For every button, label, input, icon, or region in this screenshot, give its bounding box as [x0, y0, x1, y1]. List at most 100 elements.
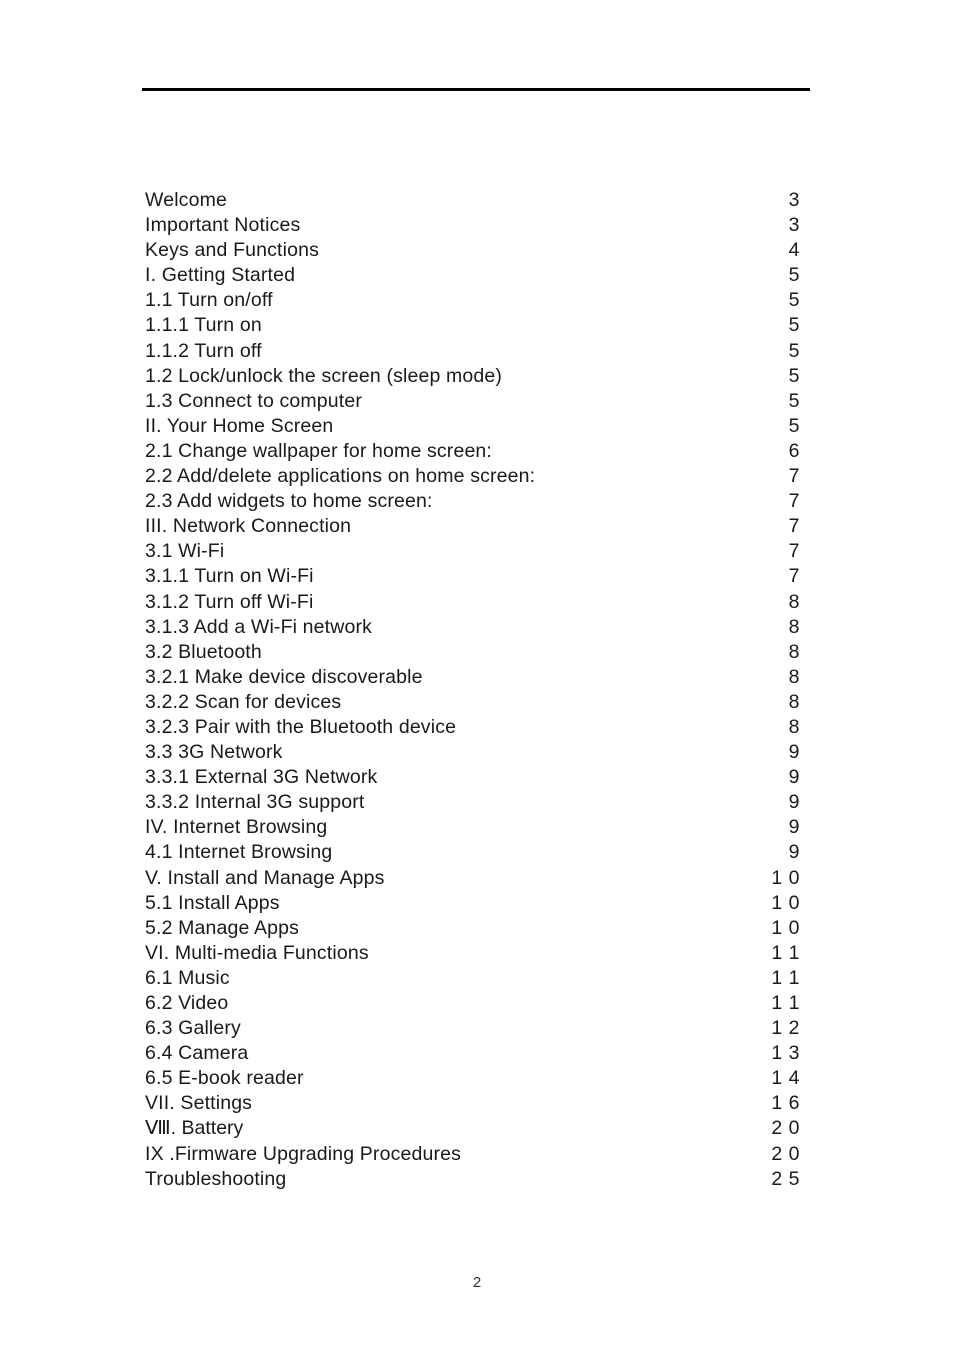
toc-entry-page-number: 8: [788, 615, 800, 638]
toc-entry-page-number: 1 0: [771, 866, 800, 889]
toc-entry[interactable]: 4.1 Internet Browsing 9: [145, 840, 800, 865]
toc-entry[interactable]: IX .Firmware Upgrading Procedures 2 0: [145, 1142, 800, 1167]
toc-entry-page-number: 7: [788, 540, 800, 563]
toc-entry-title: 1.1 Turn on/off: [145, 289, 273, 312]
table-of-contents: Welcome 3 Important Notices 3 Keys and Funct…: [145, 188, 800, 1192]
toc-entry-page-number: 1 6: [771, 1092, 800, 1115]
toc-entry-page-number: 7: [788, 565, 800, 588]
toc-entry-title: III. Network Connection: [145, 515, 352, 538]
toc-entry-page-number: 1 0: [771, 891, 800, 914]
toc-entry[interactable]: Ⅷ. Battery 2 0: [145, 1116, 800, 1141]
toc-entry-title: IV. Internet Browsing: [145, 816, 328, 839]
toc-entry[interactable]: 3.3 3G Network 9: [145, 740, 800, 765]
toc-entry-page-number: 9: [788, 816, 800, 839]
toc-entry[interactable]: 1.1.2 Turn off 5: [145, 339, 800, 364]
toc-entry-page-number: 6: [788, 439, 800, 462]
toc-entry[interactable]: 3.1 Wi-Fi 7: [145, 539, 800, 564]
toc-entry-title: 4.1 Internet Browsing: [145, 841, 333, 864]
toc-entry-title: 3.1.2 Turn off Wi-Fi: [145, 590, 314, 613]
toc-entry-title: 3.1.3 Add a Wi-Fi network: [145, 615, 373, 638]
toc-entry[interactable]: 3.1.3 Add a Wi-Fi network 8: [145, 615, 800, 640]
toc-entry-title: 3.1.1 Turn on Wi-Fi: [145, 565, 314, 588]
toc-entry[interactable]: 5.1 Install Apps 1 0: [145, 891, 800, 916]
toc-entry-title: 2.2 Add/delete applications on home scre…: [145, 465, 536, 488]
toc-entry[interactable]: 1.2 Lock/unlock the screen (sleep mode) 5: [145, 364, 800, 389]
toc-entry[interactable]: 3.2.2 Scan for devices 8: [145, 690, 800, 715]
toc-entry-page-number: 3: [788, 189, 800, 211]
toc-entry-page-number: 1 1: [771, 966, 800, 989]
toc-entry[interactable]: Welcome 3: [145, 188, 800, 213]
toc-entry-title: 1.2 Lock/unlock the screen (sleep mode): [145, 364, 503, 387]
toc-entry[interactable]: 3.2.3 Pair with the Bluetooth device 8: [145, 715, 800, 740]
toc-entry-title: I. Getting Started: [145, 264, 296, 287]
toc-entry-page-number: 1 4: [771, 1067, 800, 1090]
toc-entry[interactable]: Troubleshooting 2 5: [145, 1167, 800, 1192]
toc-entry-page-number: 4: [788, 239, 800, 262]
toc-entry-page-number: 7: [788, 465, 800, 488]
toc-entry[interactable]: 3.1.2 Turn off Wi-Fi 8: [145, 590, 800, 615]
toc-entry[interactable]: 6.5 E-book reader 1 4: [145, 1066, 800, 1091]
toc-entry-page-number: 5: [788, 339, 800, 362]
toc-entry[interactable]: 5.2 Manage Apps 1 0: [145, 916, 800, 941]
toc-entry[interactable]: 1.1.1 Turn on 5: [145, 313, 800, 338]
toc-entry-title: Important Notices: [145, 214, 301, 237]
document-page: Welcome 3 Important Notices 3 Keys and Funct…: [0, 0, 954, 1348]
toc-entry-page-number: 7: [788, 515, 800, 538]
toc-entry[interactable]: Important Notices 3: [145, 213, 800, 238]
toc-entry[interactable]: 3.1.1 Turn on Wi-Fi 7: [145, 564, 800, 589]
toc-entry[interactable]: Keys and Functions 4: [145, 238, 800, 263]
toc-entry-page-number: 5: [788, 264, 800, 287]
toc-entry[interactable]: I. Getting Started 5: [145, 263, 800, 288]
toc-entry-page-number: 3: [788, 214, 800, 237]
toc-entry-title: 2.3 Add widgets to home screen:: [145, 490, 433, 513]
toc-entry[interactable]: 2.3 Add widgets to home screen: 7: [145, 489, 800, 514]
toc-entry-title: 6.5 E-book reader: [145, 1067, 304, 1090]
toc-entry[interactable]: VI. Multi-media Functions 1 1: [145, 941, 800, 966]
toc-entry[interactable]: 2.2 Add/delete applications on home scre…: [145, 464, 800, 489]
toc-entry-title: VI. Multi-media Functions: [145, 941, 369, 964]
toc-entry-page-number: 8: [788, 690, 800, 713]
toc-entry-title: Keys and Functions: [145, 239, 319, 262]
toc-entry-page-number: 1 3: [771, 1042, 800, 1065]
toc-entry[interactable]: 1.3 Connect to computer 5: [145, 389, 800, 414]
toc-entry[interactable]: 3.2.1 Make device discoverable 8: [145, 665, 800, 690]
toc-entry[interactable]: 6.1 Music 1 1: [145, 966, 800, 991]
toc-entry[interactable]: 3.2 Bluetooth 8: [145, 640, 800, 665]
toc-entry-title: II. Your Home Screen: [145, 414, 334, 437]
toc-entry-page-number: 2 0: [771, 1142, 800, 1165]
toc-entry[interactable]: 6.4 Camera 1 3: [145, 1041, 800, 1066]
toc-entry-page-number: 2 0: [771, 1117, 800, 1140]
toc-entry-title: 3.1 Wi-Fi: [145, 540, 225, 563]
toc-entry-title: 1.3 Connect to computer: [145, 389, 362, 412]
toc-entry-title: 6.3 Gallery: [145, 1017, 241, 1040]
toc-entry[interactable]: V. Install and Manage Apps 1 0: [145, 866, 800, 891]
toc-entry[interactable]: IV. Internet Browsing 9: [145, 815, 800, 840]
toc-entry[interactable]: 6.3 Gallery 1 2: [145, 1016, 800, 1041]
toc-entry-title: 1.1.2 Turn off: [145, 339, 262, 362]
toc-entry[interactable]: 6.2 Video 1 1: [145, 991, 800, 1016]
toc-entry-title: IX .Firmware Upgrading Procedures: [145, 1142, 461, 1165]
toc-entry-page-number: 5: [788, 289, 800, 312]
toc-entry[interactable]: III. Network Connection 7: [145, 514, 800, 539]
toc-entry[interactable]: VII. Settings 1 6: [145, 1091, 800, 1116]
toc-entry-page-number: 9: [788, 841, 800, 864]
toc-entry-page-number: 8: [788, 640, 800, 663]
toc-entry-title: 3.2.3 Pair with the Bluetooth device: [145, 715, 457, 738]
toc-entry-page-number: 5: [788, 364, 800, 387]
toc-entry-page-number: 8: [788, 590, 800, 613]
toc-entry-page-number: 5: [788, 389, 800, 412]
toc-entry-page-number: 9: [788, 766, 800, 789]
toc-entry[interactable]: II. Your Home Screen 5: [145, 414, 800, 439]
toc-entry-title: Welcome: [145, 189, 227, 211]
toc-entry[interactable]: 3.3.2 Internal 3G support 9: [145, 790, 800, 815]
toc-entry-title: 3.3.1 External 3G Network: [145, 766, 378, 789]
toc-entry[interactable]: 1.1 Turn on/off 5: [145, 288, 800, 313]
toc-entry-title: 3.3 3G Network: [145, 741, 283, 764]
toc-entry-title: 1.1.1 Turn on: [145, 314, 262, 337]
footer-page-number: 2: [472, 1274, 482, 1291]
toc-entry[interactable]: 3.3.1 External 3G Network 9: [145, 765, 800, 790]
toc-entry[interactable]: 2.1 Change wallpaper for home screen: 6: [145, 439, 800, 464]
toc-entry-title: V. Install and Manage Apps: [145, 866, 385, 889]
toc-entry-page-number: 9: [788, 791, 800, 814]
toc-entry-page-number: 9: [788, 741, 800, 764]
